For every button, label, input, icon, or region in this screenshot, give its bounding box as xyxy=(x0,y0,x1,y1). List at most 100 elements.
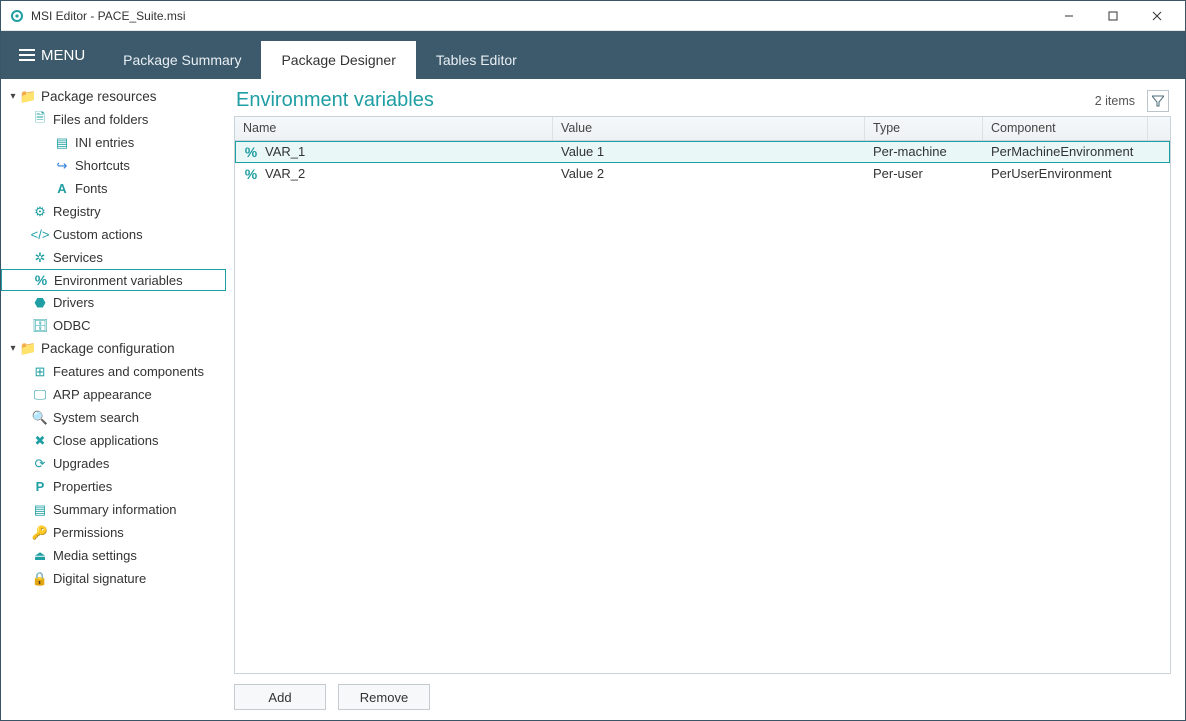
sidebar-label: Properties xyxy=(53,479,112,494)
sidebar-label: Package configuration xyxy=(41,341,175,356)
sidebar-item-shortcuts[interactable]: ↪ Shortcuts xyxy=(1,154,226,177)
sidebar-label: System search xyxy=(53,410,139,425)
sidebar-item-media[interactable]: ⏏ Media settings xyxy=(1,544,226,567)
window-title: MSI Editor - PACE_Suite.msi xyxy=(31,9,186,23)
sidebar-item-upgrades[interactable]: ⟳ Upgrades xyxy=(1,452,226,475)
sidebar-label: Summary information xyxy=(53,502,177,517)
main-area: ▾ 📁 Package resources 🗎 Files and folder… xyxy=(1,79,1185,720)
sidebar-item-registry[interactable]: ⚙ Registry xyxy=(1,200,226,223)
sidebar-label: Package resources xyxy=(41,89,157,104)
footer-buttons: Add Remove xyxy=(234,674,1171,710)
sidebar-item-odbc[interactable]: 🗄 ODBC xyxy=(1,314,226,337)
col-header-value[interactable]: Value xyxy=(553,117,865,140)
sidebar-item-drivers[interactable]: ⬣ Drivers xyxy=(1,291,226,314)
button-label: Remove xyxy=(360,690,408,705)
sidebar-label: INI entries xyxy=(75,135,134,150)
sidebar-label: Registry xyxy=(53,204,101,219)
hamburger-icon xyxy=(19,49,35,61)
sidebar-item-digital-signature[interactable]: 🔒 Digital signature xyxy=(1,567,226,590)
minimize-button[interactable] xyxy=(1047,1,1091,31)
tab-package-summary[interactable]: Package Summary xyxy=(103,41,261,79)
sidebar-item-features[interactable]: ⊞ Features and components xyxy=(1,360,226,383)
funnel-icon xyxy=(1152,95,1164,107)
maximize-button[interactable] xyxy=(1091,1,1135,31)
cell-value: Value 1 xyxy=(561,144,604,159)
sidebar-item-ini-entries[interactable]: ▤ INI entries xyxy=(1,131,226,154)
button-label: Add xyxy=(268,690,291,705)
grid-body: % VAR_1 Value 1 Per-machine PerMachineEn… xyxy=(235,141,1170,673)
col-header-component[interactable]: Component xyxy=(983,117,1148,140)
font-icon: A xyxy=(53,181,71,196)
sidebar-item-properties[interactable]: P Properties xyxy=(1,475,226,498)
sidebar-item-close-apps[interactable]: ✖ Close applications xyxy=(1,429,226,452)
percent-icon: % xyxy=(32,272,50,288)
remove-button[interactable]: Remove xyxy=(338,684,430,710)
menubar: MENU Package Summary Package Designer Ta… xyxy=(1,31,1185,79)
content-area: Environment variables 2 items Name Value… xyxy=(226,79,1185,720)
lock-icon: 🔒 xyxy=(31,571,49,587)
sidebar-label: Upgrades xyxy=(53,456,109,471)
add-button[interactable]: Add xyxy=(234,684,326,710)
puzzle-icon: ⊞ xyxy=(31,364,49,380)
page-header: Environment variables 2 items xyxy=(234,89,1171,116)
sidebar-item-summary-info[interactable]: ▤ Summary information xyxy=(1,498,226,521)
col-header-name[interactable]: Name xyxy=(235,117,553,140)
sidebar-label: Drivers xyxy=(53,295,94,310)
page-title: Environment variables xyxy=(236,89,434,112)
sidebar-item-env-vars[interactable]: % Environment variables xyxy=(1,269,226,291)
tab-label: Package Summary xyxy=(123,52,241,68)
sidebar-label: ARP appearance xyxy=(53,387,152,402)
sidebar-label: Custom actions xyxy=(53,227,143,242)
sidebar-label: Environment variables xyxy=(54,273,183,288)
table-row[interactable]: % VAR_2 Value 2 Per-user PerUserEnvironm… xyxy=(235,163,1170,185)
sidebar-label: Files and folders xyxy=(53,112,148,127)
grid-header: Name Value Type Component xyxy=(235,117,1170,141)
menu-button[interactable]: MENU xyxy=(11,31,103,79)
menu-label: MENU xyxy=(41,47,85,64)
col-header-type[interactable]: Type xyxy=(865,117,983,140)
tab-package-designer[interactable]: Package Designer xyxy=(261,41,415,79)
percent-icon: % xyxy=(243,144,259,160)
sidebar-item-files-folders[interactable]: 🗎 Files and folders xyxy=(1,108,226,131)
registry-icon: ⚙ xyxy=(31,204,49,220)
monitor-icon: 🖵 xyxy=(31,387,49,403)
shortcut-icon: ↪ xyxy=(53,158,71,174)
info-icon: ▤ xyxy=(31,502,49,518)
cell-component: PerUserEnvironment xyxy=(991,166,1112,181)
sidebar-label: Permissions xyxy=(53,525,124,540)
folder-icon: 📁 xyxy=(19,89,37,105)
percent-icon: % xyxy=(243,166,259,182)
sidebar-item-custom-actions[interactable]: </> Custom actions xyxy=(1,223,226,246)
search-icon: 🔍 xyxy=(31,410,49,426)
col-header-end xyxy=(1148,117,1170,140)
close-button[interactable] xyxy=(1135,1,1179,31)
caret-down-icon: ▾ xyxy=(7,91,19,102)
items-count: 2 items xyxy=(1095,94,1135,108)
close-apps-icon: ✖ xyxy=(31,433,49,449)
sidebar-label: ODBC xyxy=(53,318,91,333)
gear-icon: ✲ xyxy=(31,250,49,266)
filter-button[interactable] xyxy=(1147,90,1169,112)
tab-tables-editor[interactable]: Tables Editor xyxy=(416,41,537,79)
cell-name: VAR_1 xyxy=(265,144,305,159)
sidebar-item-arp[interactable]: 🖵 ARP appearance xyxy=(1,383,226,406)
code-icon: </> xyxy=(31,227,49,242)
sidebar-label: Services xyxy=(53,250,103,265)
table-row[interactable]: % VAR_1 Value 1 Per-machine PerMachineEn… xyxy=(235,141,1170,163)
sidebar-label: Fonts xyxy=(75,181,108,196)
cell-name: VAR_2 xyxy=(265,166,305,181)
tab-label: Package Designer xyxy=(281,52,395,68)
key-icon: 🔑 xyxy=(31,525,49,541)
sidebar-item-services[interactable]: ✲ Services xyxy=(1,246,226,269)
app-icon xyxy=(9,8,25,24)
cell-type: Per-user xyxy=(873,166,923,181)
sidebar-item-fonts[interactable]: A Fonts xyxy=(1,177,226,200)
sidebar-item-permissions[interactable]: 🔑 Permissions xyxy=(1,521,226,544)
driver-icon: ⬣ xyxy=(31,295,49,311)
sidebar-group-resources[interactable]: ▾ 📁 Package resources xyxy=(1,85,226,108)
sidebar-item-system-search[interactable]: 🔍 System search xyxy=(1,406,226,429)
sidebar-group-config[interactable]: ▾ 📁 Package configuration xyxy=(1,337,226,360)
sidebar-label: Media settings xyxy=(53,548,137,563)
refresh-icon: ⟳ xyxy=(31,456,49,472)
ini-icon: ▤ xyxy=(53,135,71,151)
